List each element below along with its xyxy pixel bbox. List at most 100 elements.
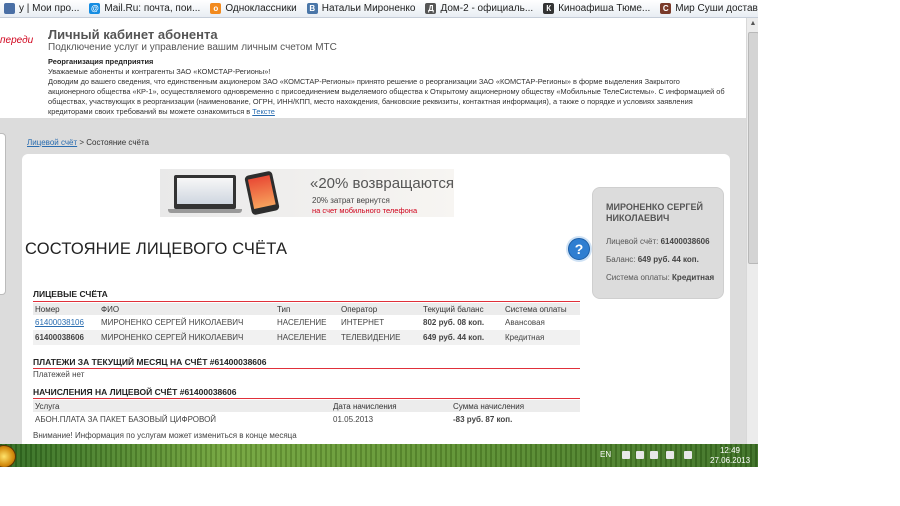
card-balance-value: 649 руб. 44 коп.: [637, 255, 699, 264]
breadcrumb-account-link[interactable]: Лицевой счёт: [27, 138, 77, 147]
notice-greeting: Уважаемые абоненты и контрагенты ЗАО «КО…: [48, 67, 271, 76]
bookmark-label: у | Мои про...: [19, 3, 80, 14]
accounts-column-header: Номер: [33, 303, 99, 315]
payments-title: ПЛАТЕЖИ ЗА ТЕКУЩИЙ МЕСЯЦ НА СЧЁТ #614000…: [33, 357, 267, 367]
reorganization-notice: Реорганизация предприятия Уважаемые абон…: [48, 57, 728, 117]
kinoafisha-icon: К: [543, 3, 555, 14]
charges-title: НАЧИСЛЕНИЯ НА ЛИЦЕВОЙ СЧЁТ #61400038606: [33, 387, 237, 397]
generic-page-icon: [4, 3, 15, 14]
charge-row: АБОН.ПЛАТА ЗА ПАКЕТ БАЗОВЫЙ ЦИФРОВОЙ 01.0…: [33, 412, 580, 427]
bookmark-label: Киноафиша Тюме...: [558, 3, 651, 14]
security-icon[interactable]: [636, 451, 644, 459]
accounts-title: ЛИЦЕВЫЕ СЧЁТА: [33, 289, 108, 299]
charges-column-header: Дата начисления: [331, 400, 451, 412]
header-subtitle: Подключение услуг и управление вашим лич…: [48, 42, 337, 53]
page-title: СОСТОЯНИЕ ЛИЦЕВОГО СЧЁТА: [25, 240, 288, 258]
bookmark-label: Дом-2 - официаль...: [440, 3, 534, 14]
help-icon[interactable]: ?: [568, 238, 590, 260]
accounts-column-header: Система оплаты: [503, 303, 580, 315]
accounts-column-header: Оператор: [339, 303, 421, 315]
clock[interactable]: 12:49 27.06.2013: [710, 446, 750, 466]
accounts-column-header: Тип: [275, 303, 339, 315]
card-account-value: 61400038606: [660, 237, 710, 246]
account-operator: ТЕЛЕВИДЕНИЕ: [339, 330, 421, 345]
account-number-link[interactable]: 61400038106: [33, 315, 99, 330]
accounts-column-header: ФИО: [99, 303, 275, 315]
signal-icon[interactable]: [666, 451, 674, 459]
account-payment-system: Авансовая: [505, 318, 545, 327]
bookmark-item[interactable]: B Натальи Мироненко: [303, 3, 422, 14]
banner-line-1: 20% затрат вернутся: [312, 196, 390, 205]
accounts-divider: [33, 301, 580, 302]
vk-icon: B: [306, 3, 318, 14]
system-tray: EN 12:49 27.06.2013: [590, 444, 758, 467]
bookmark-item[interactable]: Д Дом-2 - официаль...: [421, 3, 539, 14]
notice-heading: Реорганизация предприятия: [48, 57, 154, 66]
card-payment-label: Система оплаты:: [606, 273, 670, 282]
sushi-icon: С: [660, 3, 672, 14]
network-icon[interactable]: [650, 451, 658, 459]
left-side-tab: [0, 133, 6, 295]
taskbar: EN 12:49 27.06.2013: [0, 444, 758, 467]
card-balance-row: Баланс: 649 руб. 44 коп.: [606, 255, 699, 264]
account-row: 61400038606 МИРОНЕНКО СЕРГЕЙ НИКОЛАЕВИЧ НА…: [33, 330, 580, 345]
bookmark-label: Mail.Ru: почта, пои...: [104, 3, 201, 14]
bookmark-item[interactable]: К Киноафиша Тюме...: [539, 3, 656, 14]
banner-headline: «20% возвращаются»: [310, 175, 454, 192]
account-type: НАСЕЛЕНИЕ: [277, 318, 327, 327]
promo-banner[interactable]: «20% возвращаются» 20% затрат вернутся н…: [160, 169, 454, 217]
volume-icon[interactable]: [684, 451, 692, 459]
screen: у | Мои про... @ Mail.Ru: почта, пои... о Од…: [0, 0, 758, 467]
charges-column-header: Сумма начисления: [451, 400, 580, 412]
account-owner: МИРОНЕНКО СЕРГЕЙ НИКОЛАЕВИЧ: [99, 330, 275, 345]
bookmark-item[interactable]: у | Мои про...: [0, 3, 85, 14]
banner-line-2: на счет мобильного телефона: [312, 206, 418, 215]
account-summary-card: МИРОНЕНКО СЕРГЕЙ НИКОЛАЕВИЧ Лицевой счёт…: [592, 187, 724, 299]
bookmark-label: Натальи Мироненко: [321, 3, 416, 14]
charges-column-header: Услуга: [33, 400, 331, 412]
notice-body: Доводим до вашего сведения, что единстве…: [48, 77, 725, 116]
clock-date: 27.06.2013: [710, 456, 751, 465]
accounts-table: Номер ФИО Тип Оператор Текущий баланс Система…: [33, 303, 580, 345]
flag-icon[interactable]: [622, 451, 630, 459]
charge-amount: -83 руб. 87 коп.: [453, 415, 513, 424]
mts-logo-fragment: переди: [0, 35, 34, 46]
card-account-row: Лицевой счёт: 61400038606: [606, 237, 710, 246]
card-payment-row: Система оплаты: Кредитная: [606, 273, 714, 282]
accounts-column-header: Текущий баланс: [421, 303, 503, 315]
bookmark-item[interactable]: @ Mail.Ru: почта, пои...: [85, 3, 206, 14]
charges-note: Внимание! Информация по услугам может из…: [33, 431, 297, 440]
account-payment-system: Кредитная: [503, 330, 580, 345]
account-type: НАСЕЛЕНИЕ: [275, 330, 339, 345]
mailru-icon: @: [89, 3, 101, 14]
card-balance-label: Баланс:: [606, 255, 636, 264]
breadcrumb: Лицевой счёт > Состояние счёта: [27, 138, 149, 147]
breadcrumb-current: Состояние счёта: [86, 138, 149, 147]
language-indicator[interactable]: EN: [600, 450, 611, 459]
notice-text-link[interactable]: Тексте: [252, 107, 275, 116]
vertical-scrollbar[interactable]: ▲: [746, 18, 758, 444]
charge-service: АБОН.ПЛАТА ЗА ПАКЕТ БАЗОВЫЙ ЦИФРОВОЙ: [35, 415, 217, 424]
account-owner: МИРОНЕНКО СЕРГЕЙ НИКОЛАЕВИЧ: [101, 318, 244, 327]
account-balance: 802 руб. 08 коп.: [423, 318, 485, 327]
header-title: Личный кабинет абонента: [48, 27, 218, 42]
phone-image: [244, 170, 280, 216]
card-owner-name: МИРОНЕНКО СЕРГЕЙ НИКОЛАЕВИЧ: [606, 202, 703, 223]
odnoklassniki-icon: о: [210, 3, 222, 14]
card-account-label: Лицевой счёт:: [606, 237, 659, 246]
scroll-thumb[interactable]: [748, 32, 758, 264]
bookmark-label: Мир Суши доставк...: [675, 3, 758, 14]
bookmark-item[interactable]: СМир Суши доставк...: [656, 3, 758, 14]
account-number-link: 61400038606: [33, 330, 99, 345]
account-row: 61400038106 МИРОНЕНКО СЕРГЕЙ НИКОЛАЕВИЧ НА…: [33, 315, 580, 330]
bookmarks-bar: у | Мои про... @ Mail.Ru: почта, пои... о Од…: [0, 0, 758, 18]
scroll-up-icon[interactable]: ▲: [747, 18, 758, 30]
account-balance: 649 руб. 44 коп.: [421, 330, 503, 345]
account-operator: ИНТЕРНЕТ: [341, 318, 385, 327]
bookmark-item[interactable]: о Одноклассники: [206, 3, 302, 14]
bookmark-label: Одноклассники: [225, 3, 297, 14]
card-payment-value: Кредитная: [672, 273, 715, 282]
charge-date: 01.05.2013: [333, 415, 374, 424]
laptop-image: [168, 175, 242, 213]
payments-divider: [33, 368, 580, 369]
